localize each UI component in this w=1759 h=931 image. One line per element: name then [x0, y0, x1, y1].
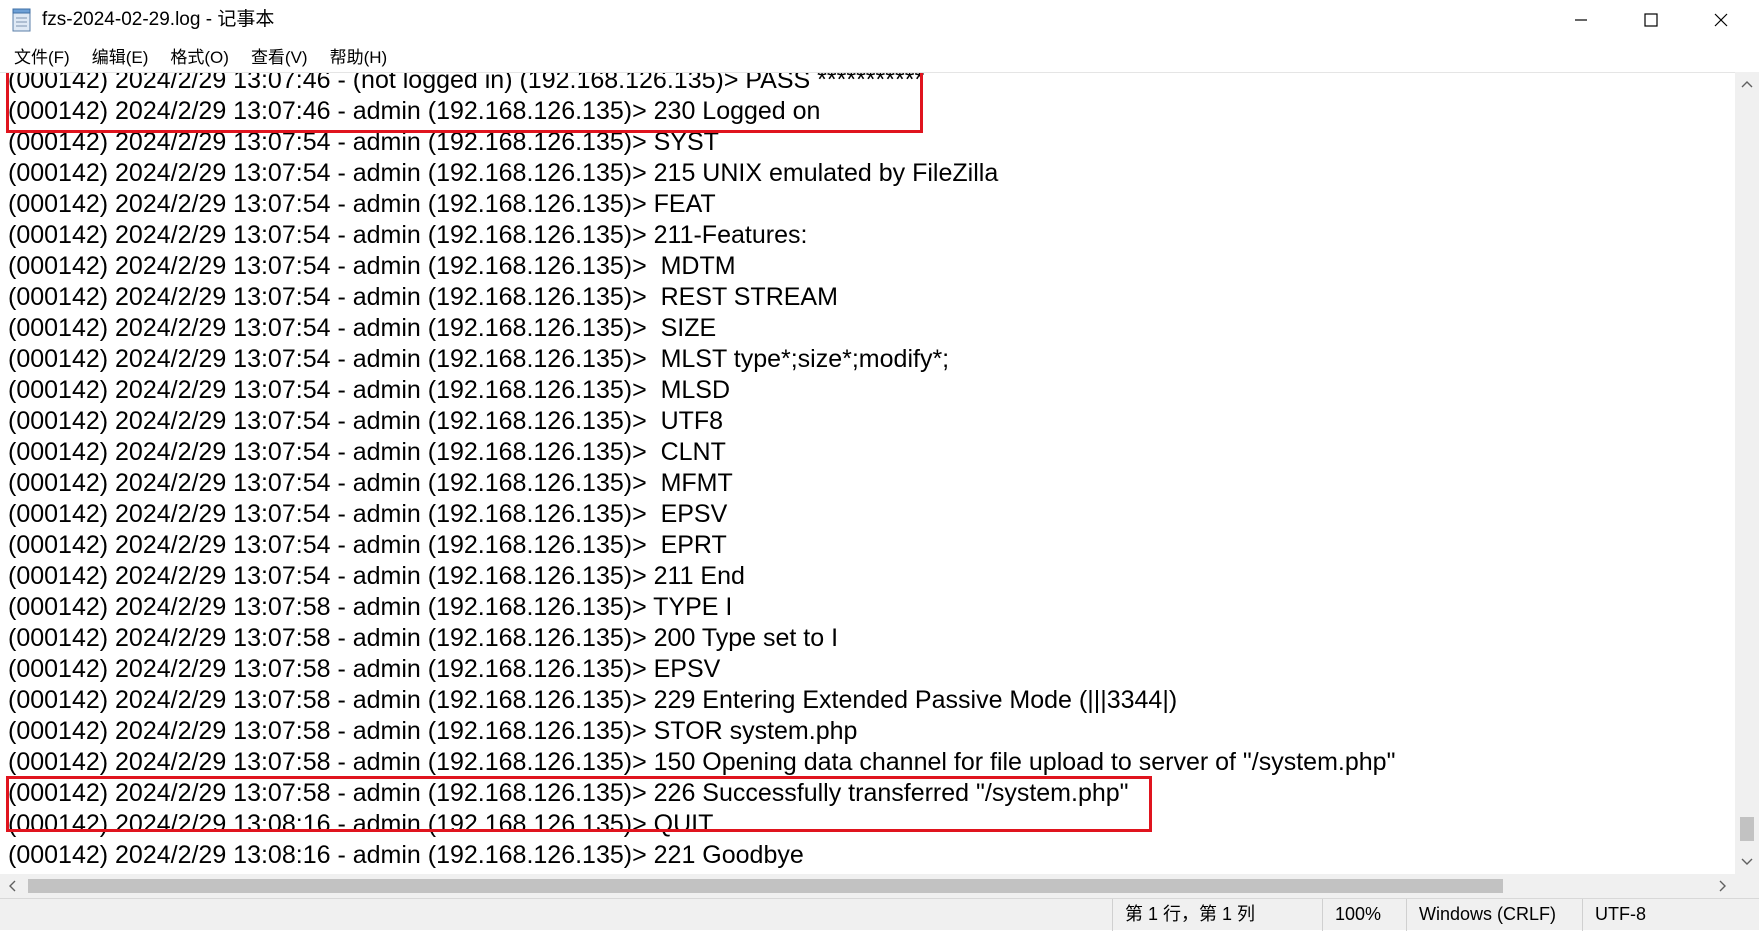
minimize-button[interactable]	[1546, 0, 1616, 40]
log-line: (000142) 2024/2/29 13:07:58 - admin (192…	[8, 655, 721, 683]
log-line: (000142) 2024/2/29 13:07:54 - admin (192…	[8, 562, 745, 590]
close-button[interactable]	[1686, 0, 1756, 40]
log-line: (000142) 2024/2/29 13:07:58 - admin (192…	[8, 686, 1178, 714]
window-title: fzs-2024-02-29.log - 记事本	[42, 9, 275, 30]
highlight-box-login	[6, 73, 923, 133]
menu-view[interactable]: 查看(V)	[237, 43, 308, 68]
vertical-scroll-thumb[interactable]	[1740, 817, 1754, 841]
encoding: UTF-8	[1582, 899, 1759, 931]
log-line: (000142) 2024/2/29 13:07:54 - admin (192…	[8, 376, 731, 404]
menu-help[interactable]: 帮助(H)	[316, 43, 388, 68]
chevron-right-icon[interactable]	[1711, 874, 1735, 898]
vertical-scrollbar[interactable]	[1735, 72, 1759, 874]
log-line: (000142) 2024/2/29 13:07:54 - admin (192…	[8, 531, 727, 559]
log-line: (000142) 2024/2/29 13:07:54 - admin (192…	[8, 159, 999, 187]
cursor-position: 第 1 行，第 1 列	[1112, 899, 1322, 931]
menu-format[interactable]: 格式(O)	[156, 43, 229, 68]
text-editor-area[interactable]: (000142) 2024/2/29 13:07:46 - (not logge…	[0, 72, 1735, 875]
scrollbar-corner	[1735, 874, 1759, 898]
chevron-left-icon[interactable]	[0, 874, 24, 898]
horizontal-scroll-thumb[interactable]	[28, 879, 1503, 893]
menu-file[interactable]: 文件(F)	[0, 43, 70, 68]
highlight-box-transfer	[6, 776, 1152, 832]
log-line: (000142) 2024/2/29 13:07:54 - admin (192…	[8, 438, 726, 466]
log-line: (000142) 2024/2/29 13:07:58 - admin (192…	[8, 717, 858, 745]
log-line: (000142) 2024/2/29 13:07:58 - admin (192…	[8, 593, 733, 621]
menu-edit[interactable]: 编辑(E)	[78, 43, 149, 68]
status-bar: 第 1 行，第 1 列 100% Windows (CRLF) UTF-8	[0, 898, 1759, 931]
log-line: (000142) 2024/2/29 13:07:54 - admin (192…	[8, 190, 716, 218]
maximize-icon	[1644, 13, 1658, 27]
notepad-icon	[12, 8, 32, 32]
log-line: (000142) 2024/2/29 13:07:54 - admin (192…	[8, 345, 950, 373]
horizontal-scrollbar[interactable]	[0, 874, 1735, 898]
menu-bar: 文件(F) 编辑(E) 格式(O) 查看(V) 帮助(H)	[0, 40, 1759, 70]
chevron-up-icon[interactable]	[1735, 72, 1759, 96]
log-line: (000142) 2024/2/29 13:07:54 - admin (192…	[8, 314, 717, 342]
log-line: (000142) 2024/2/29 13:07:54 - admin (192…	[8, 221, 808, 249]
log-line: (000142) 2024/2/29 13:08:16 - admin (192…	[8, 841, 804, 869]
log-line: (000142) 2024/2/29 13:07:54 - admin (192…	[8, 407, 724, 435]
maximize-button[interactable]	[1616, 0, 1686, 40]
zoom-level: 100%	[1322, 899, 1406, 931]
title-bar: fzs-2024-02-29.log - 记事本	[0, 0, 1759, 40]
close-icon	[1714, 13, 1728, 27]
log-line: (000142) 2024/2/29 13:07:54 - admin (192…	[8, 469, 733, 497]
line-ending: Windows (CRLF)	[1406, 899, 1582, 931]
chevron-down-icon[interactable]	[1735, 850, 1759, 874]
log-line: (000142) 2024/2/29 13:07:54 - admin (192…	[8, 283, 838, 311]
log-line: (000142) 2024/2/29 13:07:54 - admin (192…	[8, 252, 736, 280]
log-line: (000142) 2024/2/29 13:07:54 - admin (192…	[8, 500, 728, 528]
minimize-icon	[1575, 19, 1587, 21]
log-line: (000142) 2024/2/29 13:07:58 - admin (192…	[8, 748, 1396, 776]
log-line: (000142) 2024/2/29 13:07:58 - admin (192…	[8, 624, 839, 652]
